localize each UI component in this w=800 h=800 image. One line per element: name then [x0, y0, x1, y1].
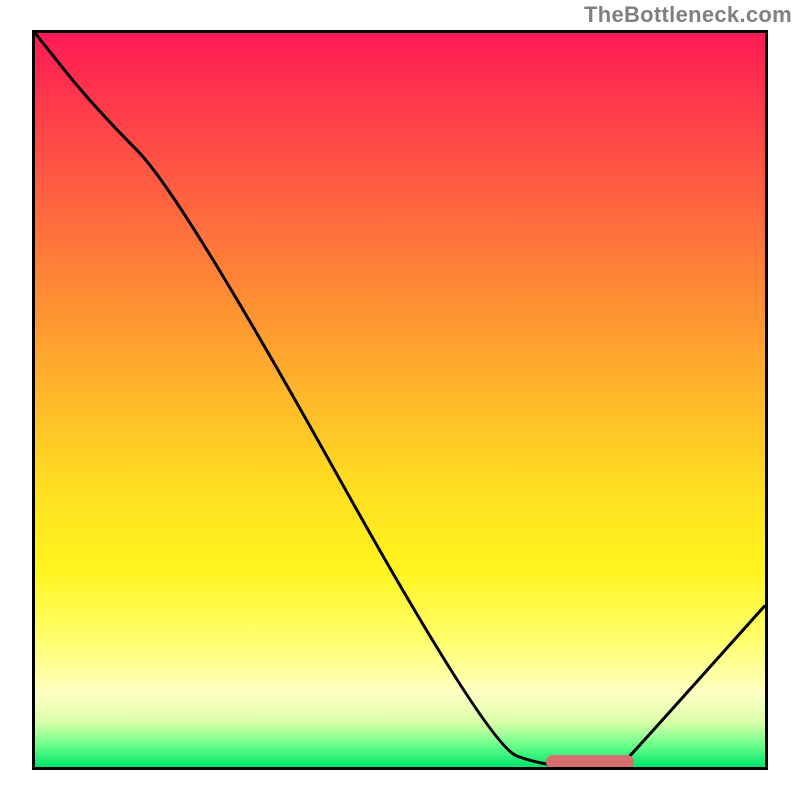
curve-path [35, 33, 765, 767]
plot-frame [32, 30, 768, 770]
watermark-text: TheBottleneck.com [584, 2, 792, 28]
bottleneck-curve [35, 33, 765, 767]
optimum-marker [546, 755, 634, 769]
chart-container: TheBottleneck.com [0, 0, 800, 800]
